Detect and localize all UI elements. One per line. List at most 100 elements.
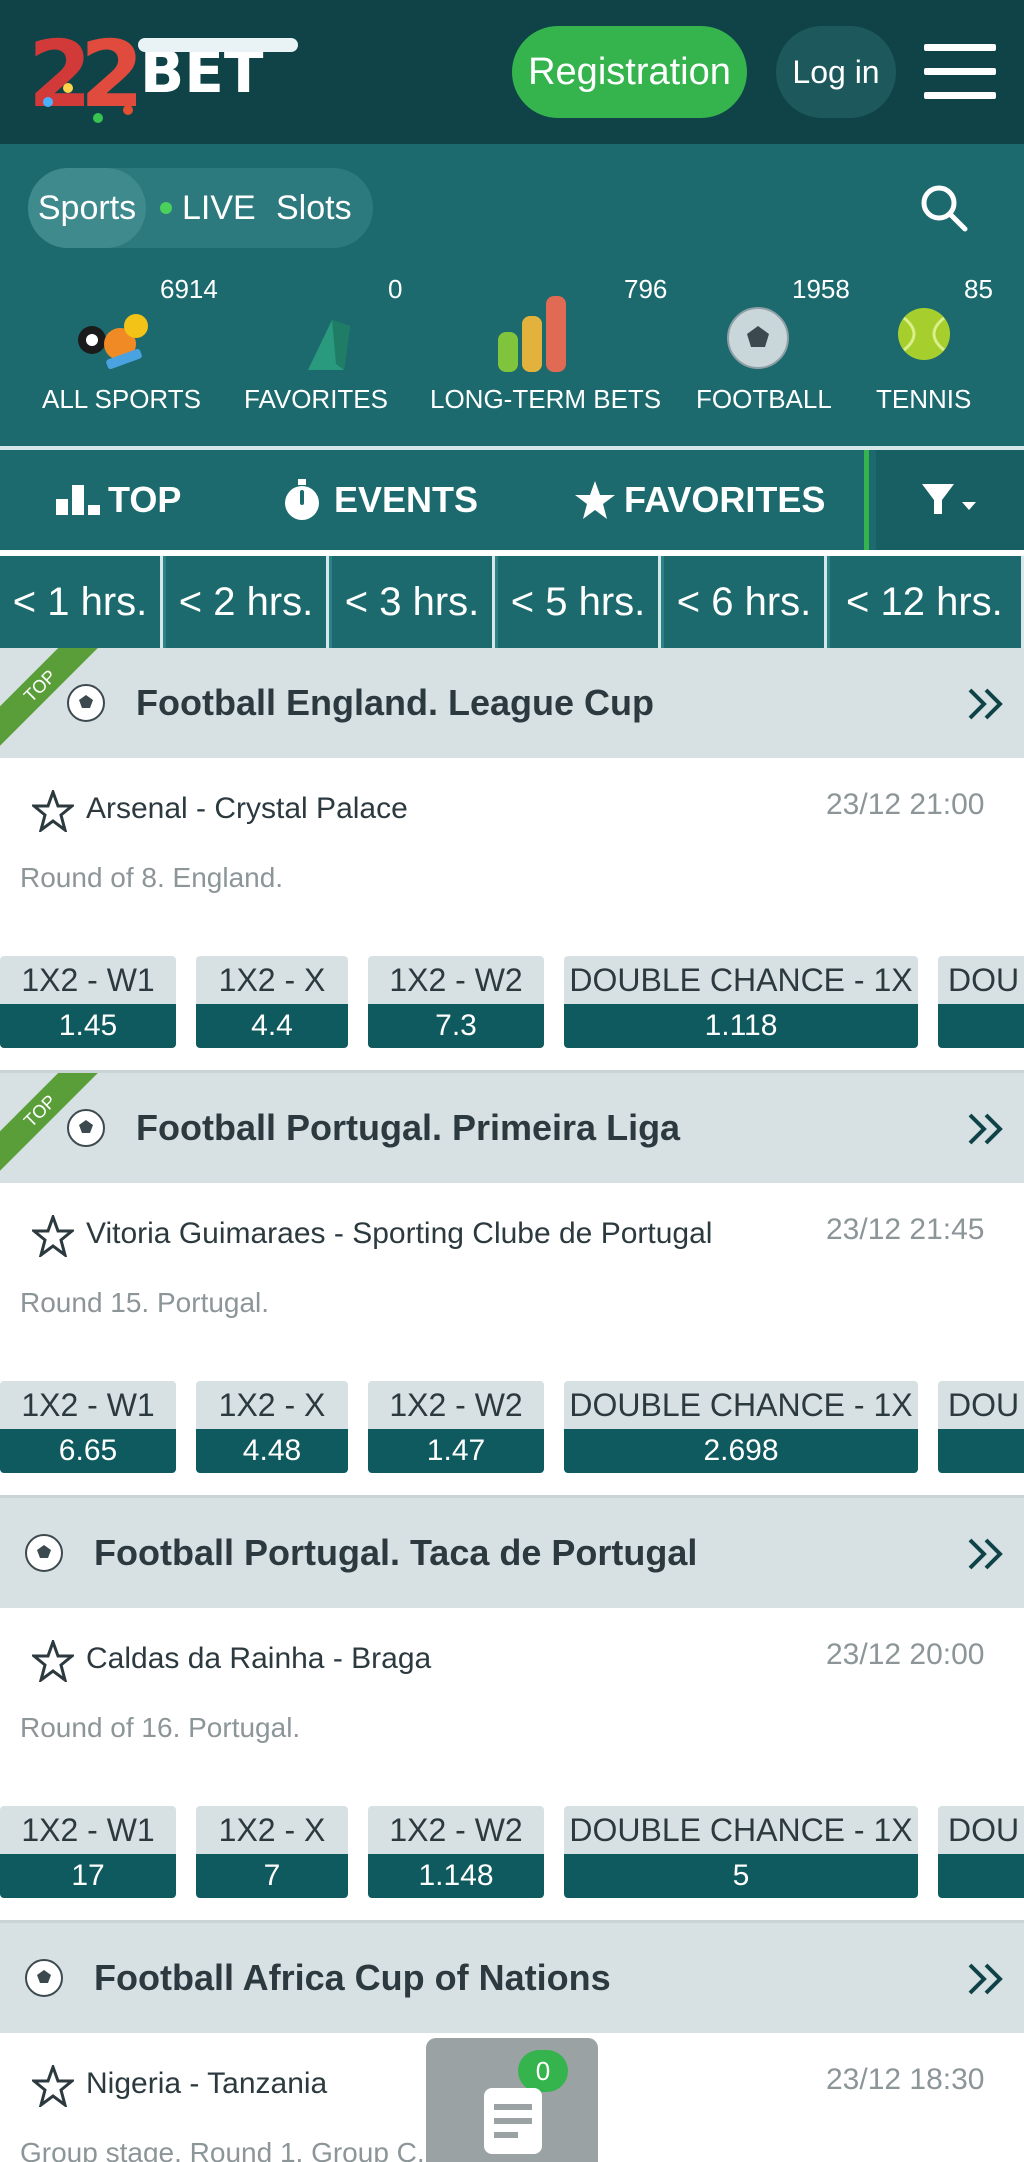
tab-events[interactable]: EVENTS bbox=[282, 450, 478, 550]
odds-button[interactable]: 1X2 - W1 17 bbox=[0, 1806, 176, 1898]
category-count: 0 bbox=[388, 274, 403, 304]
odds-label: 1X2 - W2 bbox=[368, 1806, 544, 1854]
odds-value: 5 bbox=[564, 1854, 918, 1898]
football-icon bbox=[25, 1534, 63, 1572]
event-teams[interactable]: Vitoria Guimaraes - Sporting Clube de Po… bbox=[86, 1217, 712, 1251]
odds-button[interactable]: 1X2 - X 4.48 bbox=[196, 1381, 348, 1473]
league-name: Football Africa Cup of Nations bbox=[94, 1957, 611, 1998]
odds-value: 4.4 bbox=[196, 1004, 348, 1048]
odds-button[interactable]: DOUBLE CHANCE - 1X 2.698 bbox=[564, 1381, 918, 1473]
odds-value: 1.47 bbox=[368, 1429, 544, 1473]
odds-label: DOUBLE CHANCE - 1X bbox=[564, 956, 918, 1004]
event-teams[interactable]: Caldas da Rainha - Braga bbox=[86, 1642, 431, 1676]
search-icon[interactable] bbox=[918, 182, 970, 234]
bet-slip-button[interactable]: 0 bbox=[426, 2038, 598, 2162]
tab-top-label: TOP bbox=[108, 479, 182, 520]
time-filter-bar: < 1 hrs. < 2 hrs. < 3 hrs. < 5 hrs. < 6 … bbox=[0, 556, 1024, 648]
league-header[interactable]: Football Africa Cup of Nations bbox=[0, 1923, 1024, 2033]
odds-button[interactable]: 1X2 - X7 bbox=[196, 1806, 348, 1898]
odds-button[interactable]: 1X2 - W1 6.65 bbox=[0, 1381, 176, 1473]
odds-label: 1X2 - W2 bbox=[368, 956, 544, 1004]
football-icon bbox=[67, 1109, 105, 1147]
odds-button[interactable]: DOUBLE CHANCE - 1X 5 bbox=[564, 1806, 918, 1898]
odds-label: 1X2 - W1 bbox=[0, 1381, 176, 1429]
logo[interactable]: 2 2 BET bbox=[28, 18, 298, 128]
time-filter-6h[interactable]: < 6 hrs. bbox=[664, 556, 827, 648]
event-card: Arsenal - Crystal Palace 23/12 21:00 Rou… bbox=[0, 758, 1024, 1072]
login-button[interactable]: Log in bbox=[776, 26, 896, 118]
odds-button[interactable]: 1X2 - X 4.4 bbox=[196, 956, 348, 1048]
segment-sports[interactable]: Sports bbox=[28, 168, 146, 248]
segment-slots[interactable]: Slots bbox=[276, 168, 352, 248]
event-datetime: 23/12 20:00 bbox=[826, 1638, 985, 1671]
football-icon bbox=[67, 684, 105, 722]
odds-button[interactable]: DOU bbox=[938, 1806, 1024, 1898]
odds-label: 1X2 - W2 bbox=[368, 1381, 544, 1429]
tab-top[interactable]: TOP bbox=[56, 450, 181, 550]
football-icon bbox=[727, 307, 789, 369]
time-filter-5h[interactable]: < 5 hrs. bbox=[498, 556, 661, 648]
segment-live-label: LIVE bbox=[182, 188, 256, 227]
league-name: Football Portugal. Taca de Portugal bbox=[94, 1532, 698, 1573]
star-icon bbox=[575, 481, 615, 519]
double-chevron-right-icon[interactable] bbox=[966, 1109, 1006, 1149]
star-outline-icon[interactable] bbox=[32, 790, 74, 832]
odds-value: 6.65 bbox=[0, 1429, 176, 1473]
odds-button[interactable]: DOUBLE CHANCE - 1X 1.118 bbox=[564, 956, 918, 1048]
favorites-icon bbox=[308, 320, 350, 370]
league-header[interactable]: TOP Football Portugal. Primeira Liga bbox=[0, 1073, 1024, 1183]
segment-live[interactable]: LIVE bbox=[160, 168, 256, 248]
odds-value: 1.45 bbox=[0, 1004, 176, 1048]
odds-label: DOUBLE CHANCE - 1X bbox=[564, 1381, 918, 1429]
bet-slip-icon bbox=[484, 2088, 542, 2154]
time-filter-3h[interactable]: < 3 hrs. bbox=[332, 556, 495, 648]
tab-bar: TOP EVENTS FAVORITES bbox=[0, 450, 1024, 550]
odds-button[interactable]: DOU bbox=[938, 1381, 1024, 1473]
odds-value: 7 bbox=[196, 1854, 348, 1898]
odds-label: 1X2 - W1 bbox=[0, 1806, 176, 1854]
odds-button[interactable]: DOU bbox=[938, 956, 1024, 1048]
odds-button[interactable]: 1X2 - W1 1.45 bbox=[0, 956, 176, 1048]
stopwatch-icon bbox=[285, 479, 319, 520]
star-outline-icon[interactable] bbox=[32, 2065, 74, 2107]
star-outline-icon[interactable] bbox=[32, 1640, 74, 1682]
menu-icon[interactable] bbox=[924, 44, 996, 100]
event-round: Round of 8. England. bbox=[20, 862, 284, 893]
tab-favorites-label: FAVORITES bbox=[624, 479, 826, 520]
app-header: 2 2 BET Registration Log in bbox=[0, 0, 1024, 144]
odds-value: 2.698 bbox=[564, 1429, 918, 1473]
all-sports-icon bbox=[78, 314, 148, 370]
live-indicator-icon bbox=[160, 202, 172, 214]
league-header[interactable]: Football Portugal. Taca de Portugal bbox=[0, 1498, 1024, 1608]
event-teams[interactable]: Nigeria - Tanzania bbox=[86, 2067, 327, 2101]
odds-label: 1X2 - X bbox=[196, 1806, 348, 1854]
star-outline-icon[interactable] bbox=[32, 1215, 74, 1257]
registration-button[interactable]: Registration bbox=[512, 26, 747, 118]
odds-value bbox=[938, 1854, 1024, 1898]
odds-value: 4.48 bbox=[196, 1429, 348, 1473]
double-chevron-right-icon[interactable] bbox=[966, 1959, 1006, 1999]
double-chevron-right-icon[interactable] bbox=[966, 684, 1006, 724]
svg-text:2: 2 bbox=[80, 21, 144, 128]
double-chevron-right-icon[interactable] bbox=[966, 1534, 1006, 1574]
odds-value: 7.3 bbox=[368, 1004, 544, 1048]
odds-button[interactable]: 1X2 - W2 1.47 bbox=[368, 1381, 544, 1473]
time-filter-12h[interactable]: < 12 hrs. bbox=[830, 556, 1024, 648]
odds-label: DOU bbox=[938, 1381, 1024, 1429]
sports-nav: Sports LIVE Slots 6914 ALL SPORTS 0 FAVO… bbox=[0, 144, 1024, 449]
event-teams[interactable]: Arsenal - Crystal Palace bbox=[86, 792, 408, 826]
category-label: LONG-TERM BETS bbox=[430, 384, 662, 414]
category-count: 6914 bbox=[160, 274, 218, 304]
time-filter-2h[interactable]: < 2 hrs. bbox=[166, 556, 329, 648]
odds-label: 1X2 - X bbox=[196, 956, 348, 1004]
time-filter-1h[interactable]: < 1 hrs. bbox=[0, 556, 163, 648]
odds-value: 1.118 bbox=[564, 1004, 918, 1048]
odds-button[interactable]: 1X2 - W2 7.3 bbox=[368, 956, 544, 1048]
filter-button[interactable] bbox=[876, 450, 1024, 550]
odds-button[interactable]: 1X2 - W2 1.148 bbox=[368, 1806, 544, 1898]
league-header[interactable]: TOP Football England. League Cup bbox=[0, 648, 1024, 758]
category-label: FOOTBALL bbox=[696, 384, 832, 414]
odds-value: 17 bbox=[0, 1854, 176, 1898]
tab-favorites[interactable]: FAVORITES bbox=[574, 450, 825, 550]
event-round: Group stage. Round 1. Group C. bbox=[20, 2137, 425, 2162]
